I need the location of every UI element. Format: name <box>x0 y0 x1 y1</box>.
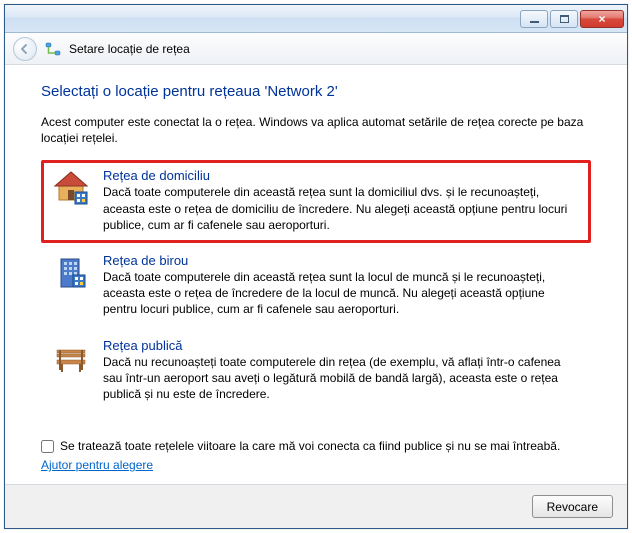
option-title: Rețea de domiciliu <box>103 168 581 183</box>
close-button[interactable]: × <box>580 10 624 28</box>
maximize-button[interactable] <box>550 10 578 28</box>
treat-future-checkbox[interactable] <box>41 440 54 453</box>
titlebar: × <box>5 5 627 33</box>
intro-text: Acest computer este conectat la o rețea.… <box>41 114 591 146</box>
content-area: Selectați o locație pentru rețeaua 'Netw… <box>5 65 627 432</box>
help-link[interactable]: Ajutor pentru alegere <box>41 458 153 472</box>
option-title: Rețea de birou <box>103 253 581 268</box>
house-icon <box>51 168 91 208</box>
header-bar: Setare locație de rețea <box>5 33 627 65</box>
main-heading: Selectați o locație pentru rețeaua 'Netw… <box>41 83 591 100</box>
treat-future-label: Se tratează toate rețelele viitoare la c… <box>60 438 560 454</box>
bench-icon <box>51 338 91 378</box>
treat-future-checkbox-row[interactable]: Se tratează toate rețelele viitoare la c… <box>41 438 591 454</box>
network-icon <box>45 41 61 57</box>
option-description: Dacă nu recunoașteți toate computerele d… <box>103 354 581 403</box>
footer-area: Se tratează toate rețelele viitoare la c… <box>5 432 627 484</box>
button-bar: Revocare <box>5 484 627 528</box>
minimize-button[interactable] <box>520 10 548 28</box>
office-icon <box>51 253 91 293</box>
cancel-button[interactable]: Revocare <box>532 495 613 518</box>
option-work-network[interactable]: Rețea de birou Dacă toate computerele di… <box>41 245 591 328</box>
option-description: Dacă toate computerele din această rețea… <box>103 184 581 233</box>
option-home-network[interactable]: Rețea de domiciliu Dacă toate computerel… <box>41 160 591 243</box>
back-button[interactable] <box>13 37 37 61</box>
option-title: Rețea publică <box>103 338 581 353</box>
network-location-dialog: × Setare locație de rețea Selectați o lo… <box>4 4 628 529</box>
option-public-network[interactable]: Rețea publică Dacă nu recunoașteți toate… <box>41 330 591 413</box>
window-title: Setare locație de rețea <box>69 42 190 56</box>
option-description: Dacă toate computerele din această rețea… <box>103 269 581 318</box>
